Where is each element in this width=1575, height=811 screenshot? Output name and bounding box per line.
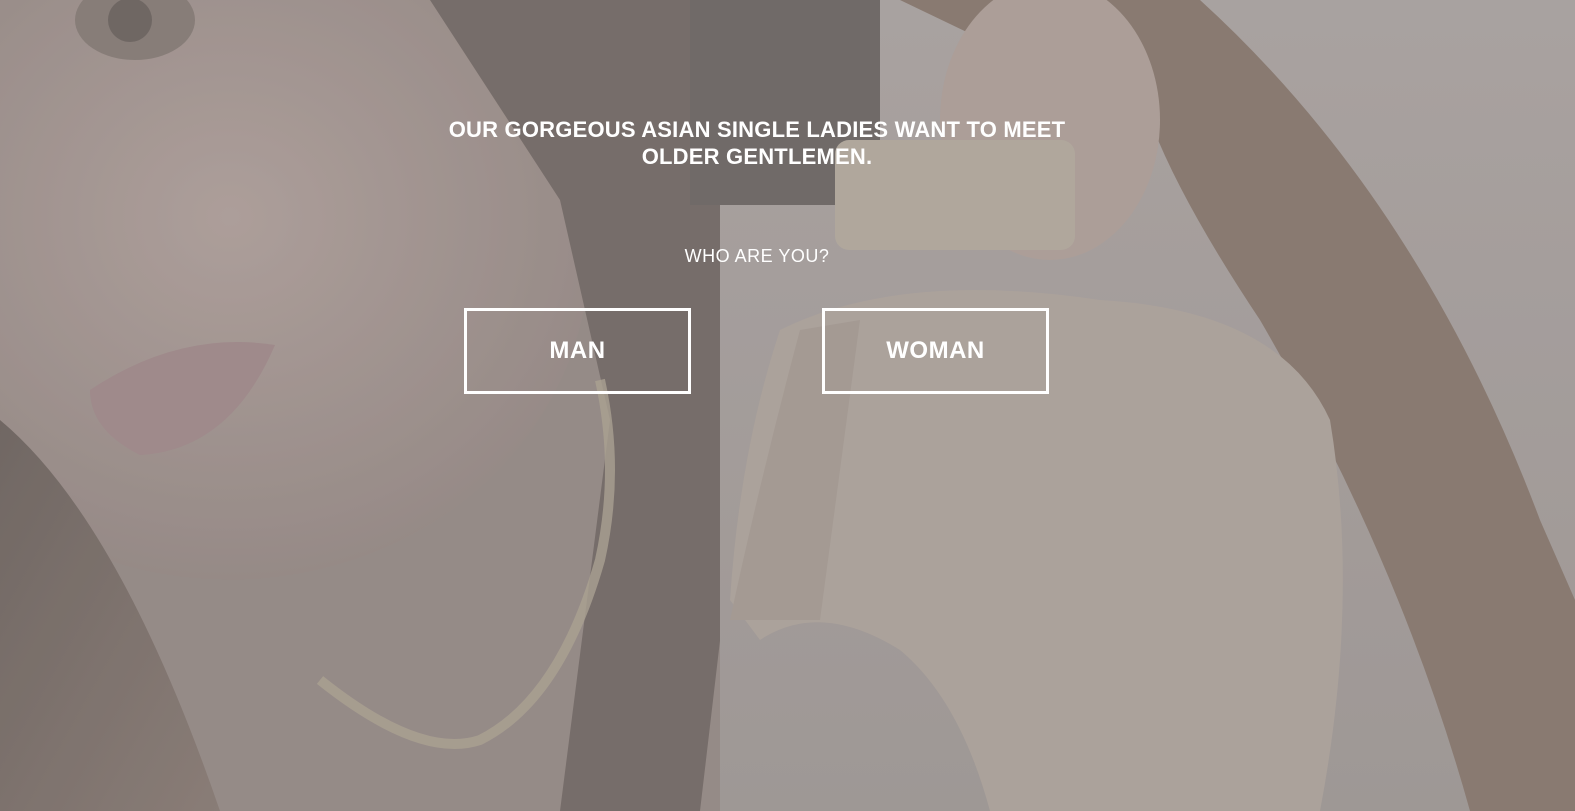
man-button[interactable]: MAN	[464, 308, 691, 394]
woman-button[interactable]: WOMAN	[822, 308, 1049, 394]
who-are-you-prompt: WHO ARE YOU?	[684, 246, 830, 266]
hero-headline: OUR GORGEOUS ASIAN SINGLE LADIES WANT TO…	[448, 117, 1066, 169]
